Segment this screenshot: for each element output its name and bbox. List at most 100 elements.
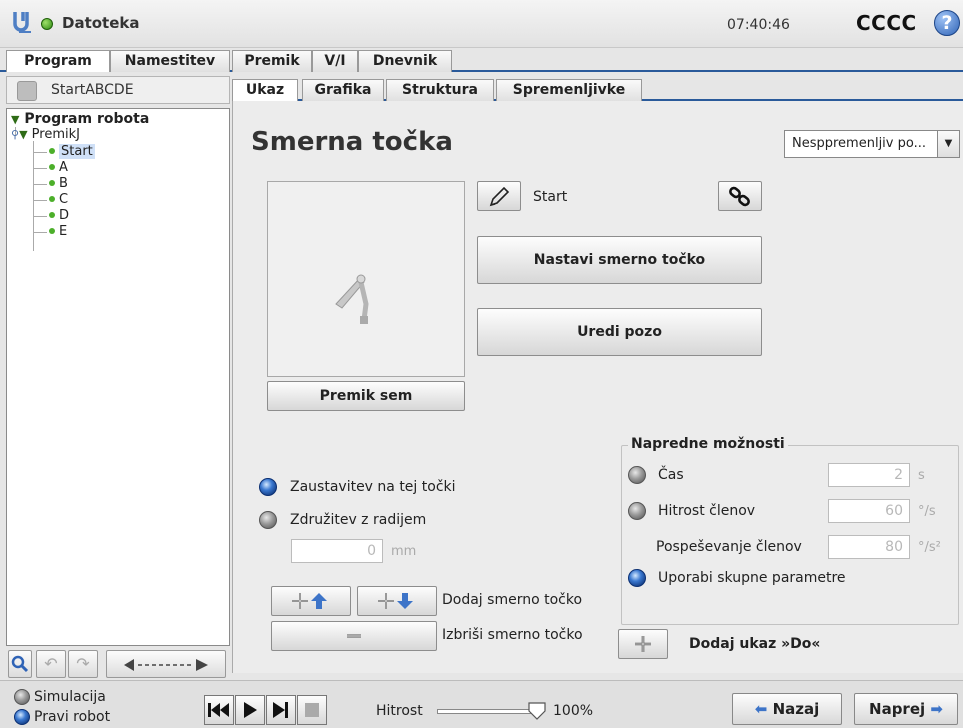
move-here-button[interactable]: Premik sem (267, 381, 465, 411)
tab-graphics[interactable]: Grafika (302, 79, 384, 101)
tree-waypoint-label: B (59, 176, 68, 191)
stop-button[interactable] (297, 695, 327, 725)
top-bar: Datoteka 07:40:46 CCCC ? (0, 0, 963, 48)
use-shared-params-label: Uporabi skupne parametre (658, 570, 846, 586)
tree-node-movej[interactable]: ⚲▼ PremikJ (11, 127, 80, 142)
time-label: Čas (658, 467, 684, 483)
tree-root[interactable]: ▼ Program robota (11, 111, 149, 127)
add-until-button[interactable] (618, 629, 668, 659)
tab-variables[interactable]: Spremenljivke (496, 79, 642, 101)
blend-radius-input[interactable]: 0 (291, 539, 383, 563)
undo-icon[interactable]: ↶ (36, 650, 66, 678)
waypoint-dot-icon (49, 212, 55, 218)
tab-program[interactable]: Program (6, 50, 110, 72)
rename-waypoint-button[interactable] (477, 181, 521, 211)
use-shared-params-radio[interactable] (628, 569, 646, 587)
advanced-options-group: Napredne možnosti Čas 2 s Hitrost členov… (621, 436, 959, 625)
ur-logo-icon (13, 12, 31, 33)
link-waypoint-button[interactable] (718, 181, 762, 211)
waypoint-dot-icon (49, 180, 55, 186)
joint-accel-unit: °/s² (918, 540, 941, 555)
tab-move[interactable]: Premik (232, 50, 312, 72)
expand-triangle-icon[interactable]: ▼ (19, 128, 27, 141)
tab-installation[interactable]: Namestitev (110, 50, 230, 72)
program-name: StartABCDE (51, 82, 134, 98)
robot-arm-icon (335, 274, 369, 324)
waypoint-name: Start (533, 189, 568, 205)
stop-icon (305, 703, 319, 717)
step-icon (273, 702, 288, 718)
next-button[interactable]: Naprej ➡ (854, 693, 958, 725)
real-robot-label: Pravi robot (34, 709, 111, 725)
tree-waypoint-a[interactable]: A (49, 160, 68, 175)
waypoint-editor: Smerna točka Nesppremenljiv po... ▼ Star… (232, 101, 963, 673)
program-name-row: StartABCDE (6, 76, 230, 104)
main-tab-bar: Program Namestitev Premik V/I Dnevnik (0, 48, 963, 72)
tree-waypoint-c[interactable]: C (49, 192, 68, 207)
move-node-button[interactable] (106, 650, 226, 678)
arrow-left-icon: ⬅ (754, 700, 768, 718)
arrow-right-icon: ➡ (930, 700, 943, 718)
tab-structure[interactable]: Struktura (386, 79, 494, 101)
blend-radius-unit: mm (391, 544, 417, 559)
tab-io[interactable]: V/I (312, 50, 358, 72)
tree-waypoint-d[interactable]: D (49, 208, 69, 223)
speed-label: Hitrost (376, 703, 423, 719)
step-button[interactable] (266, 695, 296, 725)
joint-accel-label: Pospeševanje členov (656, 539, 802, 555)
tree-waypoint-start[interactable]: Start (49, 144, 95, 159)
speed-slider[interactable] (437, 709, 537, 714)
chevron-down-icon[interactable]: ▼ (937, 131, 959, 157)
add-after-icon (378, 593, 413, 609)
add-waypoint-after-button[interactable] (357, 586, 437, 616)
stop-at-point-label: Zaustavitev na tej točki (290, 479, 456, 495)
delete-waypoint-label: Izbriši smerno točko (442, 627, 583, 643)
joint-accel-input[interactable]: 80 (828, 535, 910, 559)
add-waypoint-before-button[interactable] (271, 586, 351, 616)
time-input[interactable]: 2 (828, 463, 910, 487)
back-button[interactable]: ⬅ Nazaj (732, 693, 842, 725)
blend-radius-label: Združitev z radijem (290, 512, 427, 528)
file-menu-title[interactable]: Datoteka (62, 14, 140, 32)
tree-root-label: Program robota (24, 111, 150, 127)
program-tree-panel: StartABCDE ▼ Program robota ⚲▼ PremikJ S… (6, 76, 230, 680)
edit-pose-button[interactable]: Uredi pozo (477, 308, 762, 356)
slider-thumb-icon[interactable] (527, 701, 547, 721)
tree-waypoint-b[interactable]: B (49, 176, 68, 191)
tab-log[interactable]: Dnevnik (358, 50, 452, 72)
clock: 07:40:46 (727, 17, 790, 33)
set-waypoint-button[interactable]: Nastavi smerno točko (477, 236, 762, 284)
rewind-button[interactable] (204, 695, 234, 725)
back-label: Nazaj (772, 700, 820, 718)
tree-toolbar: ↶ ↷ (6, 650, 230, 680)
pencil-icon (489, 186, 510, 207)
robot-status-icon (41, 18, 53, 30)
simulation-radio[interactable] (14, 689, 30, 705)
redo-icon[interactable]: ↷ (68, 650, 98, 678)
search-icon[interactable] (8, 650, 32, 678)
robot-name: CCCC (856, 11, 917, 35)
program-file-icon (17, 81, 37, 101)
advanced-options-title: Napredne možnosti (628, 436, 788, 452)
joint-speed-radio[interactable] (628, 502, 646, 520)
delete-waypoint-button[interactable] (271, 621, 437, 651)
real-robot-radio[interactable] (14, 709, 30, 725)
tab-command[interactable]: Ukaz (232, 79, 298, 101)
waypoint-type-dropdown[interactable]: Nesppremenljiv po... ▼ (784, 130, 960, 158)
app-window: Datoteka 07:40:46 CCCC ? Program Namesti… (0, 0, 963, 728)
dropdown-selected-value: Nesppremenljiv po... (792, 136, 926, 151)
joint-speed-label: Hitrost členov (658, 503, 756, 519)
tree-waypoint-e[interactable]: E (49, 224, 67, 239)
time-radio[interactable] (628, 466, 646, 484)
waypoint-dot-icon (49, 228, 55, 234)
tree-waypoint-label: C (59, 192, 69, 207)
stop-at-point-radio[interactable] (259, 478, 277, 496)
time-unit: s (918, 468, 925, 483)
tree-waypoint-label: Start (59, 144, 95, 159)
joint-speed-input[interactable]: 60 (828, 499, 910, 523)
play-button[interactable] (235, 695, 265, 725)
blend-radius-radio[interactable] (259, 511, 277, 529)
expand-triangle-icon[interactable]: ▼ (11, 113, 19, 126)
page-title: Smerna točka (251, 127, 453, 157)
help-icon[interactable]: ? (934, 10, 960, 36)
